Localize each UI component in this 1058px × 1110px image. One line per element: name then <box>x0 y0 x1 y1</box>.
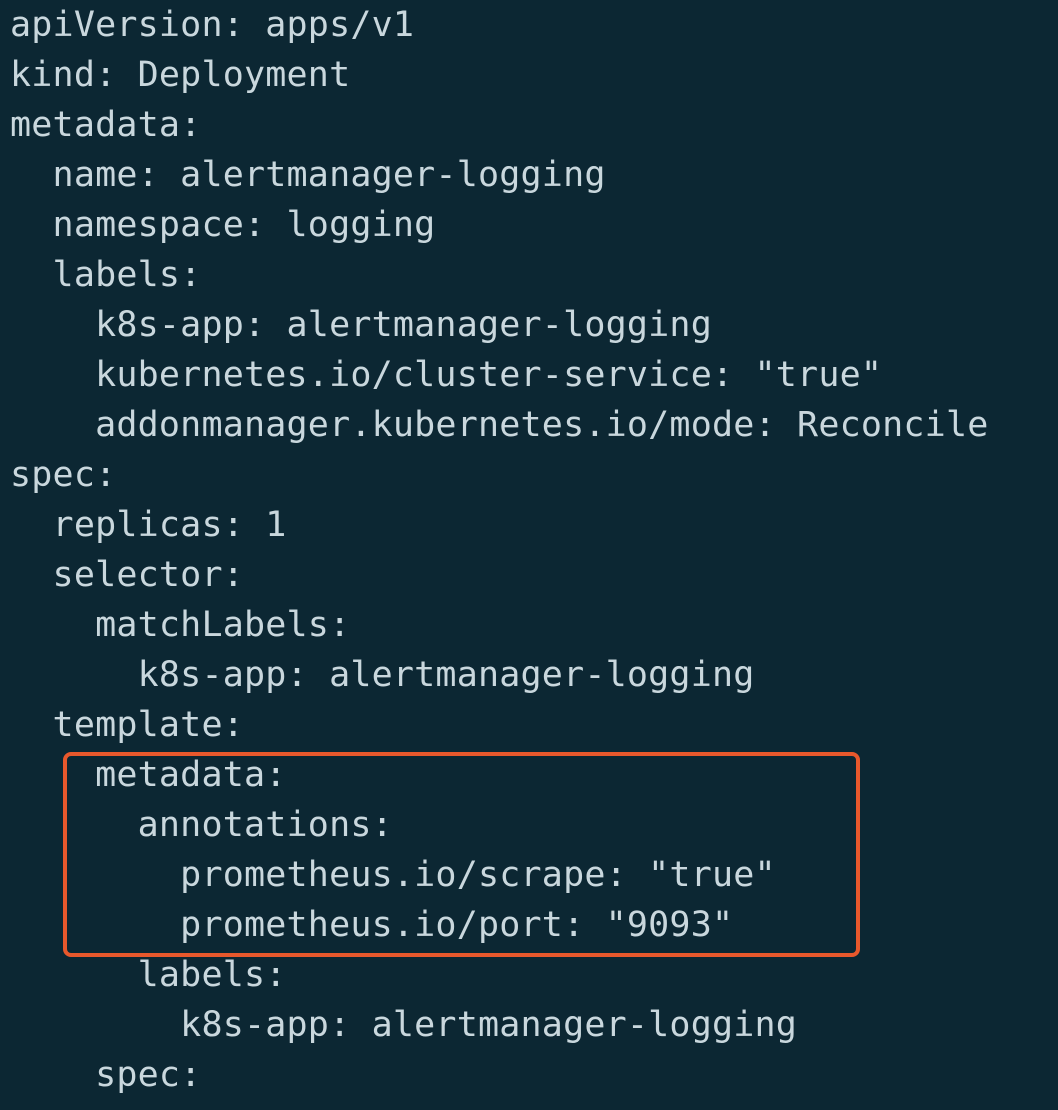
code-line-kind: kind: Deployment <box>10 55 351 95</box>
code-line-annotations: annotations: <box>10 805 393 845</box>
code-line-selector: selector: <box>10 555 244 595</box>
code-line-template-metadata: metadata: <box>10 755 287 795</box>
code-line-namespace: namespace: logging <box>10 205 436 245</box>
code-line-api-version: apiVersion: apps/v1 <box>10 5 415 45</box>
code-line-template: template: <box>10 705 244 745</box>
code-line-prometheus-port: prometheus.io/port: "9093" <box>10 905 734 945</box>
code-line-name: name: alertmanager-logging <box>10 155 606 195</box>
code-line-selector-k8s-app: k8s-app: alertmanager-logging <box>10 655 755 695</box>
code-line-k8s-app: k8s-app: alertmanager-logging <box>10 305 712 345</box>
code-line-prometheus-scrape: prometheus.io/scrape: "true" <box>10 855 776 895</box>
code-line-spec: spec: <box>10 455 117 495</box>
code-line-labels: labels: <box>10 255 202 295</box>
code-line-match-labels: matchLabels: <box>10 605 351 645</box>
code-line-template-k8s-app: k8s-app: alertmanager-logging <box>10 1005 798 1045</box>
code-line-cluster-service: kubernetes.io/cluster-service: "true" <box>10 355 883 395</box>
code-line-addon-mode: addonmanager.kubernetes.io/mode: Reconci… <box>10 405 989 445</box>
code-line-template-labels: labels: <box>10 955 287 995</box>
code-line-replicas: replicas: 1 <box>10 505 287 545</box>
yaml-code-view: apiVersion: apps/v1 kind: Deployment met… <box>0 0 1058 1110</box>
code-line-metadata: metadata: <box>10 105 202 145</box>
code-line-template-spec: spec: <box>10 1055 202 1095</box>
